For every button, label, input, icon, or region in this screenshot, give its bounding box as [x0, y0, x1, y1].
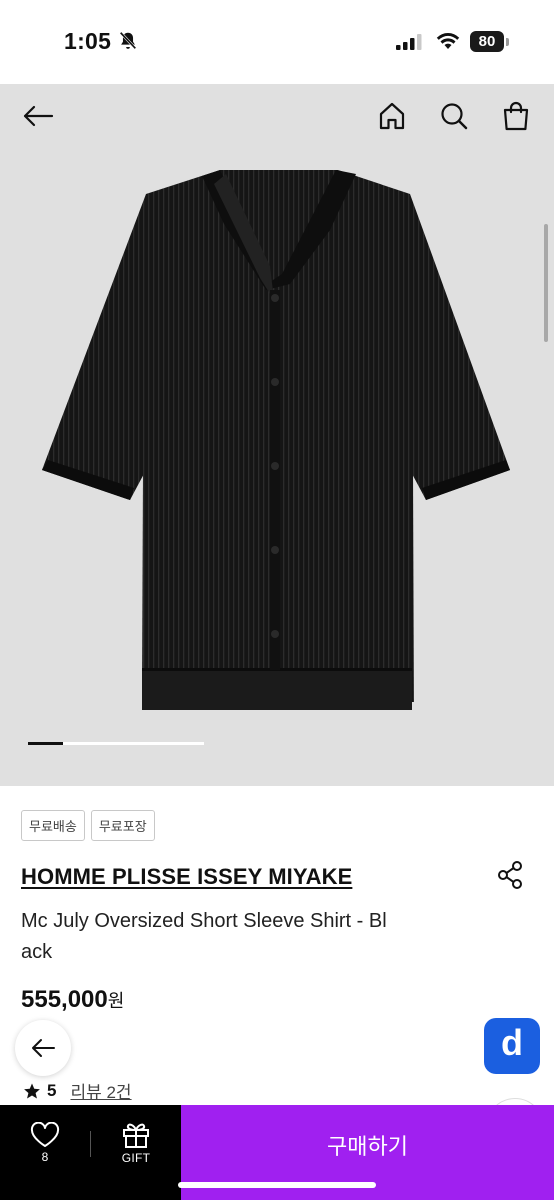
- cart-button[interactable]: [498, 98, 534, 134]
- wishlist-button[interactable]: 8: [0, 1105, 90, 1180]
- status-time: 1:05: [64, 28, 112, 54]
- back-arrow-icon: [32, 1039, 55, 1057]
- signal-icon: [396, 34, 422, 50]
- price-currency: 원: [107, 991, 125, 1011]
- gift-button[interactable]: GIFT: [91, 1105, 181, 1180]
- search-icon: [441, 103, 468, 130]
- d-logo-icon: d: [501, 1022, 523, 1063]
- rating-score: 5: [47, 1080, 57, 1100]
- shopping-bag-icon: [503, 101, 529, 131]
- badge-free-wrapping: 무료포장: [90, 810, 155, 841]
- product-name-line-2: ack: [21, 941, 53, 963]
- status-bar: 1:05 80: [0, 0, 554, 84]
- search-button[interactable]: [436, 98, 472, 134]
- gift-label: GIFT: [121, 1150, 151, 1165]
- d-app-button[interactable]: d: [484, 1018, 540, 1074]
- back-arrow-icon: [23, 105, 54, 127]
- product-name: Mc July Oversized Short Sleeve Shirt - B…: [21, 906, 441, 968]
- review-link[interactable]: 리뷰 2건: [70, 1078, 131, 1103]
- rating: 5 리뷰 2건: [23, 1078, 132, 1103]
- wifi-icon: [436, 33, 460, 49]
- home-button[interactable]: [374, 98, 410, 134]
- share-icon[interactable]: [496, 860, 524, 890]
- price-value: 555,000: [21, 986, 108, 1013]
- scroll-thumb[interactable]: [544, 224, 548, 342]
- heart-icon: [30, 1121, 60, 1147]
- star-icon: [24, 1083, 40, 1098]
- battery-cap: [506, 38, 509, 46]
- battery-level: 80: [478, 33, 496, 50]
- home-indicator: [178, 1182, 376, 1188]
- brand-link[interactable]: HOMME PLISSE ISSEY MIYAKE: [21, 864, 352, 890]
- product-name-line-1: Mc July Oversized Short Sleeve Shirt - B…: [21, 910, 387, 932]
- battery-icon: 80: [470, 31, 504, 52]
- gallery-pager-progress: [28, 742, 64, 745]
- badge-list: 무료배송 무료포장: [21, 810, 155, 841]
- price: 555,000원: [21, 986, 124, 1014]
- back-button[interactable]: [20, 98, 56, 134]
- badge-free-shipping: 무료배송: [21, 810, 85, 841]
- home-icon: [379, 102, 405, 130]
- bell-slash-icon: [119, 31, 137, 50]
- floating-back-button[interactable]: [15, 1020, 71, 1076]
- wishlist-count: 8: [41, 1149, 49, 1164]
- gift-icon: [123, 1123, 149, 1148]
- product-photo[interactable]: [38, 170, 516, 710]
- product-image-gallery[interactable]: [0, 84, 554, 786]
